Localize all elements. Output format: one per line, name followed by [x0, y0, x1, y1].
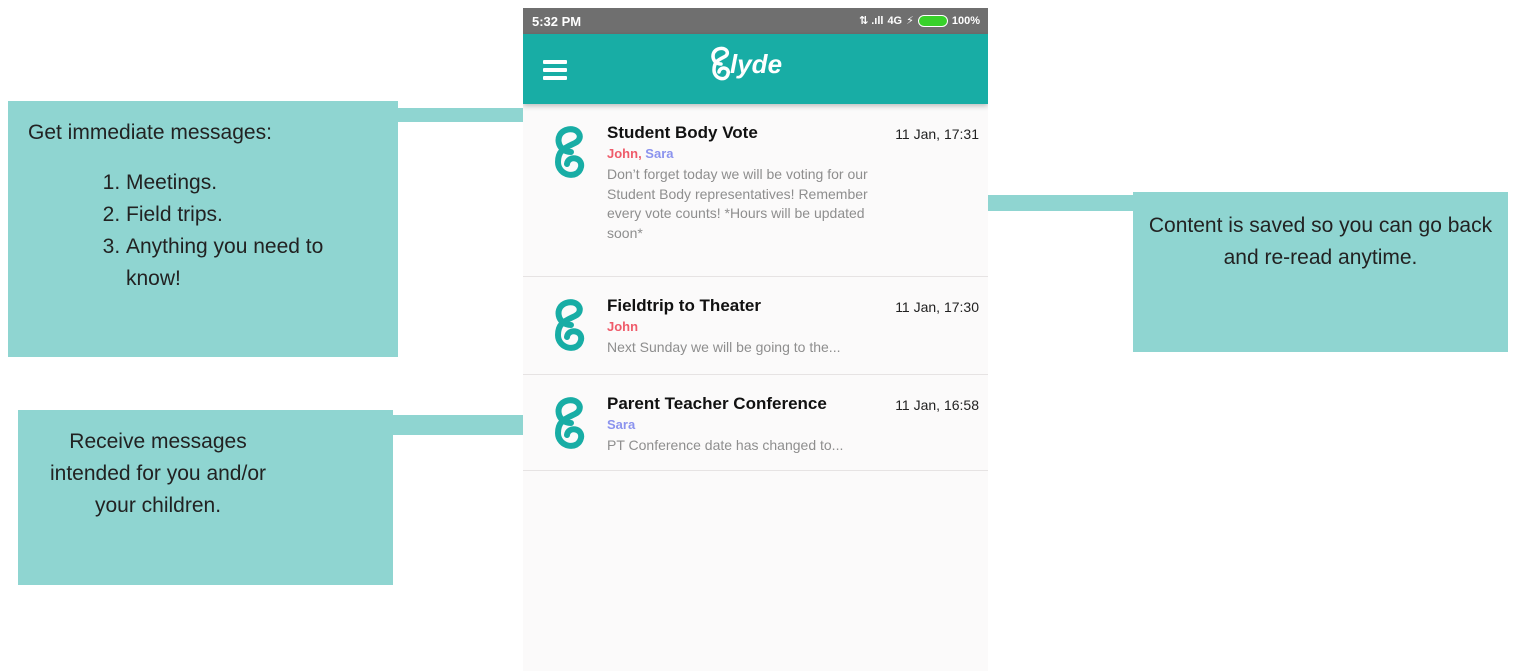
callout-immediate-messages: Get immediate messages: Meetings. Field …: [8, 101, 398, 357]
app-logo: lyde: [706, 44, 782, 86]
callout-list-item: Field trips.: [126, 199, 366, 231]
message-item[interactable]: Fieldtrip to Theater 11 Jan, 17:30 John …: [523, 277, 988, 375]
message-subject: Fieldtrip to Theater: [607, 296, 761, 315]
slyde-avatar-icon: [554, 397, 585, 449]
battery-percent: 100%: [951, 14, 980, 27]
callout-text: Content is saved so you can go back and …: [1148, 214, 1493, 269]
message-item[interactable]: Student Body Vote 11 Jan, 17:31 John, Sa…: [523, 104, 988, 277]
message-subject: Student Body Vote: [607, 123, 758, 142]
callout-list-item: Meetings.: [126, 167, 366, 199]
callout-intended-messages: Receive messages intended for you and/or…: [18, 410, 393, 585]
callout-text: Receive messages intended for you and/or…: [50, 430, 266, 517]
message-date: 11 Jan, 17:31: [895, 126, 979, 142]
logo-text: lyde: [730, 49, 783, 79]
signal-icon: ⇅ .ıll: [858, 15, 884, 27]
message-date: 11 Jan, 16:58: [895, 397, 979, 413]
status-bar: 5:32 PM ⇅ .ıll 4G ⚡ 100%: [523, 8, 988, 34]
app-header: lyde: [523, 34, 988, 104]
callout-heading: Get immediate messages:: [28, 121, 272, 144]
sender-name: Sara: [607, 417, 636, 432]
message-senders: Sara: [607, 417, 635, 432]
battery-icon: [917, 14, 948, 27]
callout-list: Meetings. Field trips. Anything you need…: [92, 167, 366, 295]
status-icons: ⇅ .ıll 4G ⚡ 100%: [859, 14, 980, 27]
network-type: 4G: [887, 14, 903, 27]
message-item[interactable]: Parent Teacher Conference 11 Jan, 16:58 …: [523, 375, 988, 471]
status-time: 5:32 PM: [532, 14, 582, 29]
logo-s-icon: [711, 46, 730, 81]
sender-name: John: [607, 319, 639, 334]
message-senders: John: [607, 319, 638, 334]
message-subject: Parent Teacher Conference: [607, 394, 827, 413]
slyde-avatar-icon: [554, 126, 585, 178]
charging-icon: ⚡: [906, 15, 914, 27]
hamburger-menu-icon[interactable]: [543, 60, 567, 80]
message-date: 11 Jan, 17:30: [895, 299, 979, 315]
callout-list-item: Anything you need to know!: [126, 231, 366, 295]
message-preview: PT Conference date has changed to...: [607, 437, 844, 453]
message-senders: John, Sara: [607, 146, 674, 161]
phone-screen: 5:32 PM ⇅ .ıll 4G ⚡ 100% lyde Student Bo…: [523, 8, 988, 671]
slyde-avatar-icon: [554, 299, 585, 351]
callout-content-saved: Content is saved so you can go back and …: [1133, 192, 1508, 352]
message-preview: Next Sunday we will be going to the...: [607, 339, 841, 355]
sender-name: John: [607, 146, 639, 161]
message-preview: Don’t forget today we will be voting for…: [607, 166, 868, 241]
sender-name: Sara: [645, 146, 674, 161]
